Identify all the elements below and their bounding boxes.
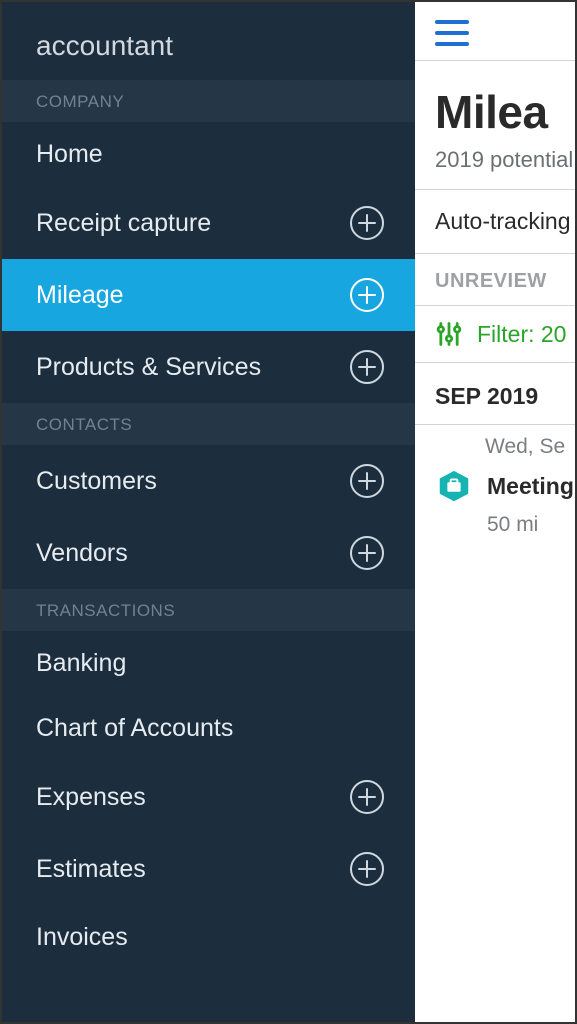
plus-circle-icon[interactable] xyxy=(349,779,385,815)
sidebar-item-label: Home xyxy=(36,140,103,169)
filter-label: Filter: 20 xyxy=(477,321,566,348)
plus-circle-icon[interactable] xyxy=(349,349,385,385)
sidebar-item-estimates[interactable]: Estimates xyxy=(2,833,415,905)
sidebar-item-label: Products & Services xyxy=(36,353,261,382)
plus-circle-icon[interactable] xyxy=(349,851,385,887)
sidebar-item-vendors[interactable]: Vendors xyxy=(2,517,415,589)
section-header-transactions: TRANSACTIONS xyxy=(2,589,415,631)
sidebar-item-chart-of-accounts[interactable]: Chart of Accounts xyxy=(2,696,415,761)
sidebar-item-label: Expenses xyxy=(36,783,146,812)
page-subtitle: 2019 potential xyxy=(435,147,575,173)
sidebar-item-mileage[interactable]: Mileage xyxy=(2,259,415,331)
trip-miles: 50 mi xyxy=(487,513,575,537)
sidebar-item-label: Banking xyxy=(36,649,126,678)
sidebar-item-label: Estimates xyxy=(36,855,146,884)
sidebar-item-expenses[interactable]: Expenses xyxy=(2,761,415,833)
sidebar-item-label: Invoices xyxy=(36,923,128,952)
plus-circle-icon[interactable] xyxy=(349,277,385,313)
trip-title: Meeting xyxy=(487,473,574,500)
trip-date: Wed, Se xyxy=(485,435,575,459)
sidebar-item-products-services[interactable]: Products & Services xyxy=(2,331,415,403)
page-title: Milea xyxy=(435,85,575,139)
sidebar-item-label: Receipt capture xyxy=(36,209,211,238)
hamburger-menu-icon[interactable] xyxy=(435,20,469,46)
filter-sliders-icon xyxy=(435,320,463,348)
plus-circle-icon[interactable] xyxy=(349,463,385,499)
briefcase-icon xyxy=(435,469,473,503)
filter-row[interactable]: Filter: 20 xyxy=(415,306,575,362)
brand-name: accountant xyxy=(2,2,415,80)
sidebar-item-label: Chart of Accounts xyxy=(36,714,233,743)
sidebar-item-home[interactable]: Home xyxy=(2,122,415,187)
plus-circle-icon[interactable] xyxy=(349,205,385,241)
sidebar-item-invoices[interactable]: Invoices xyxy=(2,905,415,970)
month-header: SEP 2019 xyxy=(415,363,575,424)
auto-tracking-row[interactable]: Auto-tracking xyxy=(415,190,575,253)
tab-unreviewed[interactable]: UNREVIEW xyxy=(415,254,575,305)
sidebar-item-customers[interactable]: Customers xyxy=(2,445,415,517)
sidebar-item-label: Mileage xyxy=(36,281,124,310)
page-header: Milea 2019 potential xyxy=(415,61,575,189)
section-header-company: COMPANY xyxy=(2,80,415,122)
sidebar: accountant COMPANY Home Receipt capture … xyxy=(2,2,415,1022)
plus-circle-icon[interactable] xyxy=(349,535,385,571)
sidebar-item-banking[interactable]: Banking xyxy=(2,631,415,696)
sidebar-item-label: Vendors xyxy=(36,539,128,568)
section-header-contacts: CONTACTS xyxy=(2,403,415,445)
sidebar-item-receipt-capture[interactable]: Receipt capture xyxy=(2,187,415,259)
topbar xyxy=(415,2,575,60)
trip-item[interactable]: Wed, Se Meeting 50 mi xyxy=(415,425,575,537)
sidebar-item-label: Customers xyxy=(36,467,157,496)
content-pane: Milea 2019 potential Auto-tracking UNREV… xyxy=(415,2,575,1022)
